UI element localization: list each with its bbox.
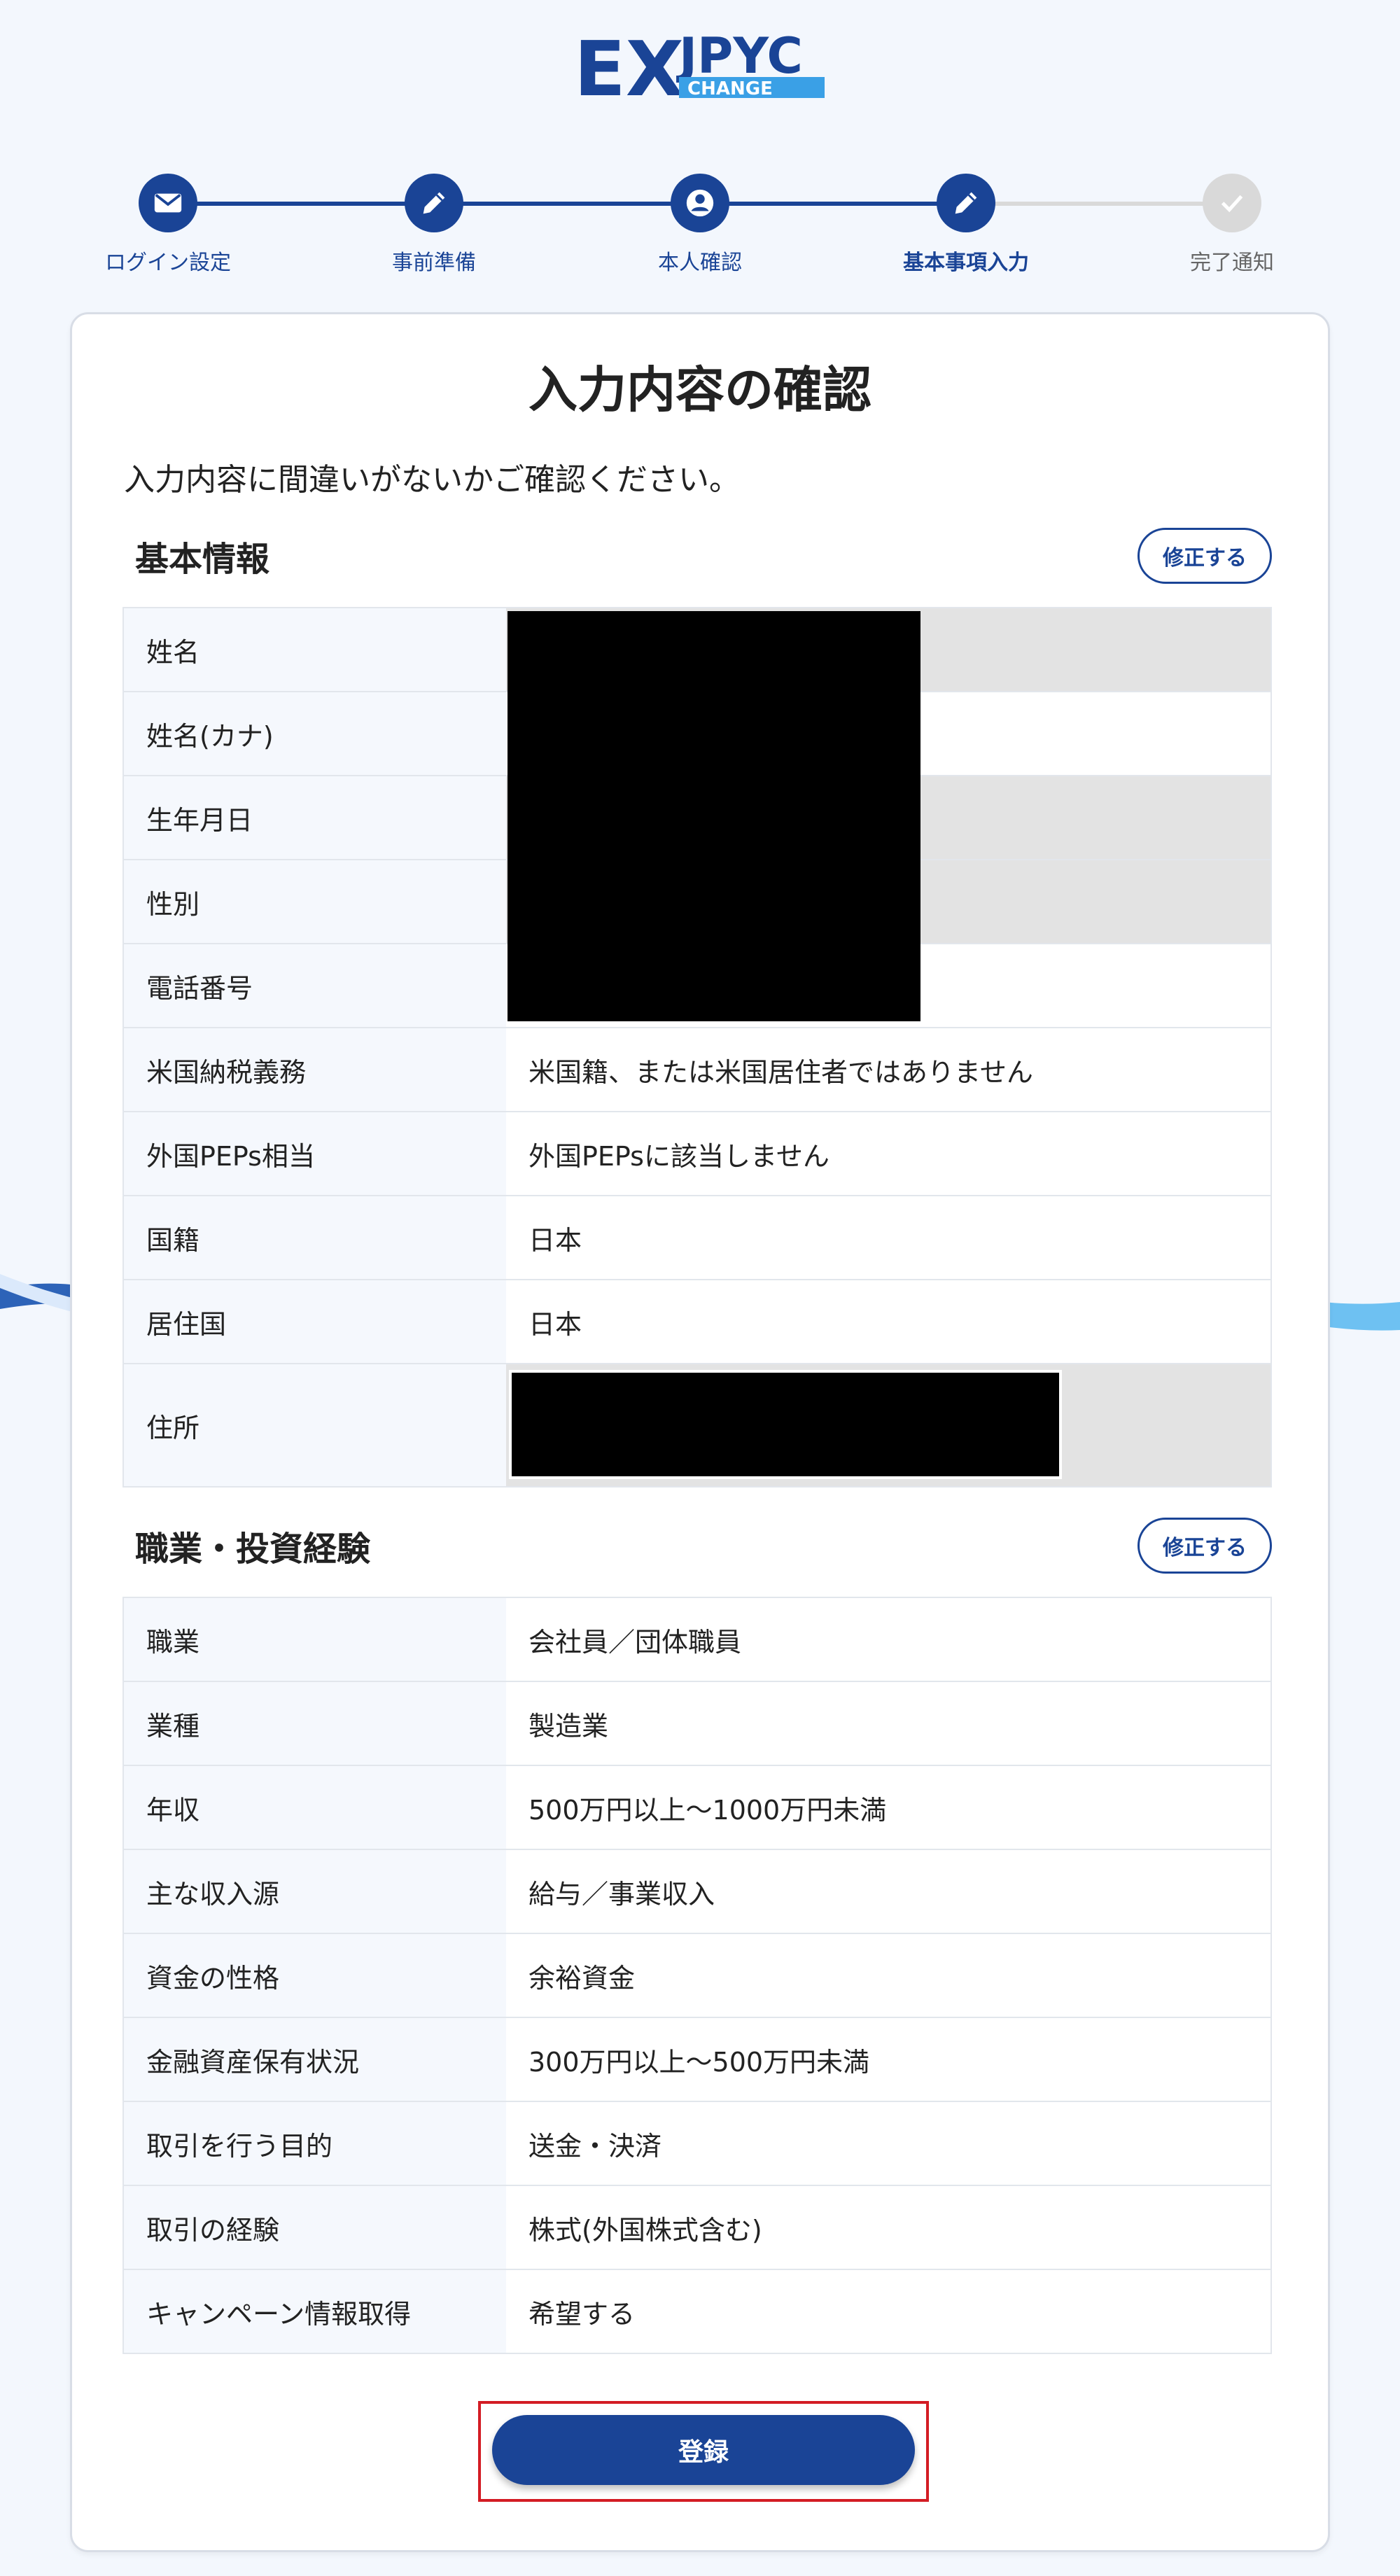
table-row: 取引を行う目的 送金・決済 — [122, 2101, 1272, 2186]
step-complete: 完了通知 — [1127, 174, 1337, 276]
page-description: 入力内容に間違いがないかご確認ください。 — [124, 462, 740, 498]
step-basic-input: 基本事項入力 — [861, 174, 1071, 276]
step-label: 本人確認 — [658, 251, 742, 275]
step-identity: 本人確認 — [595, 174, 805, 276]
edit-occupation-button[interactable]: 修正する — [1138, 1518, 1272, 1574]
step-preparation: 事前準備 — [329, 174, 539, 276]
row-label: 電話番号 — [122, 943, 506, 1028]
row-value: 米国籍、または米国居住者ではありません — [506, 1027, 1272, 1112]
step-label: ログイン設定 — [105, 251, 231, 275]
page-title: 入力内容の確認 — [528, 361, 872, 419]
confirmation-card: 入力内容の確認 入力内容に間違いがないかご確認ください。 基本情報 修正する 姓… — [70, 312, 1330, 2552]
redacted-address — [509, 1370, 1062, 1479]
step-circle — [671, 174, 729, 232]
submit-highlight-frame: 登録 — [478, 2401, 929, 2502]
pencil-icon — [955, 192, 977, 214]
table-row: 金融資産保有状況 300万円以上〜500万円未満 — [122, 2017, 1272, 2102]
row-label: 住所 — [122, 1363, 506, 1488]
row-label: 取引を行う目的 — [122, 2101, 506, 2186]
table-row: 業種 製造業 — [122, 1681, 1272, 1766]
row-label: 国籍 — [122, 1195, 506, 1280]
row-value: 日本 — [506, 1195, 1272, 1280]
table-row: 国籍 日本 — [122, 1195, 1272, 1280]
row-label: キャンペーン情報取得 — [122, 2269, 506, 2354]
person-icon — [686, 189, 714, 217]
register-button[interactable]: 登録 — [492, 2415, 915, 2485]
table-row: 年収 500万円以上〜1000万円未満 — [122, 1765, 1272, 1850]
row-label: 年収 — [122, 1765, 506, 1850]
occupation-table: 職業 会社員／団体職員 業種 製造業 年収 500万円以上〜1000万円未満 主… — [122, 1597, 1272, 2354]
row-label: 業種 — [122, 1681, 506, 1766]
row-value: 会社員／団体職員 — [506, 1597, 1272, 1682]
step-label: 基本事項入力 — [903, 251, 1029, 275]
row-label: 主な収入源 — [122, 1849, 506, 1934]
table-row: 居住国 日本 — [122, 1279, 1272, 1364]
row-label: 金融資産保有状況 — [122, 2017, 506, 2102]
row-label: 居住国 — [122, 1279, 506, 1364]
row-label: 姓名(カナ) — [122, 691, 506, 776]
redacted-personal-info — [507, 611, 920, 1021]
row-label: 生年月日 — [122, 775, 506, 860]
row-value: 給与／事業収入 — [506, 1849, 1272, 1934]
step-label: 完了通知 — [1190, 251, 1274, 275]
row-value: 余裕資金 — [506, 1933, 1272, 2018]
edit-basic-info-button[interactable]: 修正する — [1138, 528, 1272, 584]
check-icon — [1221, 195, 1243, 213]
table-row: 米国納税義務 米国籍、または米国居住者ではありません — [122, 1027, 1272, 1112]
row-label: 米国納税義務 — [122, 1027, 506, 1112]
step-circle — [1203, 174, 1261, 232]
step-login-setup: ログイン設定 — [63, 174, 273, 276]
table-row: 資金の性格 余裕資金 — [122, 1933, 1272, 2018]
table-row: キャンペーン情報取得 希望する — [122, 2269, 1272, 2354]
mail-icon — [154, 193, 182, 213]
row-label: 外国PEPs相当 — [122, 1111, 506, 1196]
row-value: 希望する — [506, 2269, 1272, 2354]
pencil-icon — [423, 192, 445, 214]
table-row: 主な収入源 給与／事業収入 — [122, 1849, 1272, 1934]
step-circle — [405, 174, 463, 232]
row-value: 株式(外国株式含む) — [506, 2185, 1272, 2270]
row-label: 姓名 — [122, 607, 506, 692]
basic-info-heading: 基本情報 — [135, 540, 270, 579]
row-value: 送金・決済 — [506, 2101, 1272, 2186]
table-row: 取引の経験 株式(外国株式含む) — [122, 2185, 1272, 2270]
step-circle — [937, 174, 995, 232]
row-label: 資金の性格 — [122, 1933, 506, 2018]
row-value: 外国PEPsに該当しません — [506, 1111, 1272, 1196]
row-value: 日本 — [506, 1279, 1272, 1364]
step-circle — [139, 174, 197, 232]
row-value: 300万円以上〜500万円未満 — [506, 2017, 1272, 2102]
table-row: 職業 会社員／団体職員 — [122, 1597, 1272, 1682]
row-label: 職業 — [122, 1597, 506, 1682]
row-value: 製造業 — [506, 1681, 1272, 1766]
row-label: 性別 — [122, 859, 506, 944]
table-row: 外国PEPs相当 外国PEPsに該当しません — [122, 1111, 1272, 1196]
step-label: 事前準備 — [392, 251, 476, 275]
occupation-heading: 職業・投資経験 — [135, 1530, 371, 1569]
step-connector-done — [168, 202, 966, 206]
progress-stepper: ログイン設定 事前準備 本人確認 基本事項入力 完了通知 — [0, 0, 1400, 301]
row-value: 500万円以上〜1000万円未満 — [506, 1765, 1272, 1850]
row-label: 取引の経験 — [122, 2185, 506, 2270]
